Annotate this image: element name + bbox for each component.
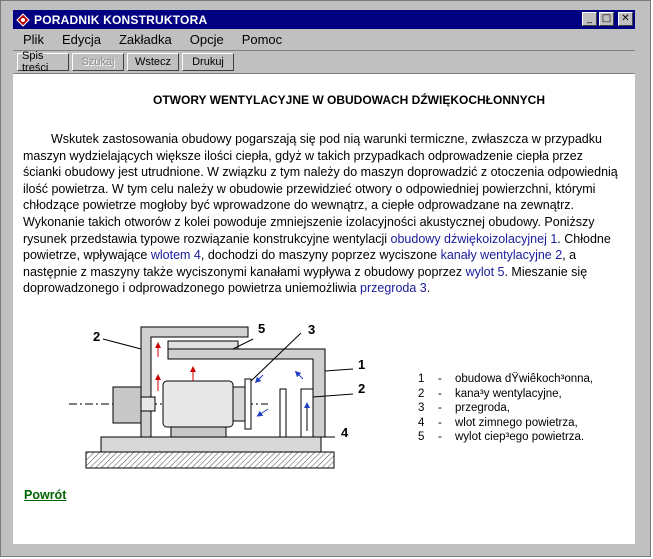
link-outlet[interactable]: wylot 5 bbox=[466, 265, 505, 279]
window-title: PORADNIK KONSTRUKTORA bbox=[34, 12, 208, 27]
back-button[interactable]: Wstecz bbox=[127, 52, 179, 71]
cold-air-arrow bbox=[254, 374, 264, 384]
ventilation-diagram: 2 5 3 1 2 4 bbox=[69, 321, 365, 469]
motor-feet bbox=[170, 426, 227, 438]
search-button[interactable]: Szukaj bbox=[72, 52, 124, 71]
coupling-block bbox=[112, 386, 142, 424]
label-2-left: 2 bbox=[93, 329, 100, 344]
motor-end bbox=[232, 386, 246, 422]
motor-body bbox=[162, 380, 234, 428]
back-link[interactable]: Powrót bbox=[24, 488, 66, 502]
title-bar[interactable]: PORADNIK KONSTRUKTORA _ □ ✕ bbox=[13, 10, 635, 29]
legend-row: 3- przegroda, bbox=[418, 402, 510, 414]
para-text-3: , dochodzi do maszyny poprzez wyciszone bbox=[200, 248, 441, 263]
para-text-6: . bbox=[426, 281, 431, 296]
leader-line bbox=[102, 338, 142, 350]
shaft-stub bbox=[140, 396, 156, 412]
menu-plik[interactable]: Plik bbox=[13, 32, 53, 47]
body-paragraph: Wskutek zastosowania obudowy pogarszają … bbox=[23, 131, 623, 297]
maximize-button[interactable]: □ bbox=[599, 12, 614, 26]
cold-air-arrow bbox=[256, 408, 269, 417]
menu-bar: Plik Edycja Zakładka Opcje Pomoc bbox=[13, 30, 635, 49]
close-icon: ✕ bbox=[621, 13, 630, 24]
menu-edycja[interactable]: Edycja bbox=[53, 32, 110, 47]
label-5: 5 bbox=[258, 321, 265, 336]
label-3: 3 bbox=[308, 322, 315, 337]
diagram-legend: 1- obudowa dŸwiêkoch³onna, 2- kana³y wenty… bbox=[418, 372, 593, 445]
legend-row: 1- obudowa dŸwiêkoch³onna, bbox=[418, 373, 594, 385]
toolbar: Spis treści Szukaj Wstecz Drukuj bbox=[13, 50, 635, 74]
link-partition[interactable]: przegroda 3 bbox=[360, 281, 427, 295]
leader-line bbox=[324, 368, 354, 372]
contents-button[interactable]: Spis treści bbox=[17, 50, 69, 74]
help-content: OTWORY WENTYLACYJNE W OBUDOWACH DŹWIĘKOC… bbox=[13, 73, 635, 544]
para-text-1: Wskutek zastosowania obudowy pogarszają … bbox=[23, 132, 618, 246]
maximize-icon: □ bbox=[601, 13, 612, 24]
app-window: PORADNIK KONSTRUKTORA _ □ ✕ Plik Edycja … bbox=[0, 0, 651, 557]
page-title: OTWORY WENTYLACYJNE W OBUDOWACH DŹWIĘKOC… bbox=[153, 93, 545, 107]
partition-wall bbox=[279, 388, 287, 438]
menu-pomoc[interactable]: Pomoc bbox=[233, 32, 291, 47]
cold-air-arrow bbox=[294, 370, 304, 380]
label-2-right: 2 bbox=[358, 381, 365, 396]
legend-row: 5- wylot ciep³ego powietrza. bbox=[418, 431, 585, 443]
label-1: 1 bbox=[358, 357, 365, 372]
foundation-slab bbox=[85, 451, 335, 469]
close-button[interactable]: ✕ bbox=[618, 12, 633, 26]
legend-row: 2- kana³y wentylacyjne, bbox=[418, 387, 562, 400]
label-4: 4 bbox=[341, 425, 349, 440]
print-button[interactable]: Drukuj bbox=[182, 52, 234, 71]
link-housing[interactable]: obudowy dźwiękoizolacyjnej 1 bbox=[391, 232, 558, 246]
menu-zakladka[interactable]: Zakładka bbox=[110, 32, 181, 47]
duct-wall bbox=[167, 340, 239, 350]
link-ducts[interactable]: kanały wentylacyjne 2 bbox=[441, 248, 563, 262]
minimize-button[interactable]: _ bbox=[582, 12, 597, 26]
menu-opcje[interactable]: Opcje bbox=[181, 32, 233, 47]
fan-disc bbox=[244, 378, 252, 430]
app-logo-icon bbox=[16, 12, 30, 27]
base-plate bbox=[100, 436, 322, 453]
legend-row: 4- wlot zimnego powietrza, bbox=[418, 416, 578, 429]
link-inlet[interactable]: wlotem 4 bbox=[151, 248, 201, 262]
minimize-icon: _ bbox=[587, 13, 592, 24]
